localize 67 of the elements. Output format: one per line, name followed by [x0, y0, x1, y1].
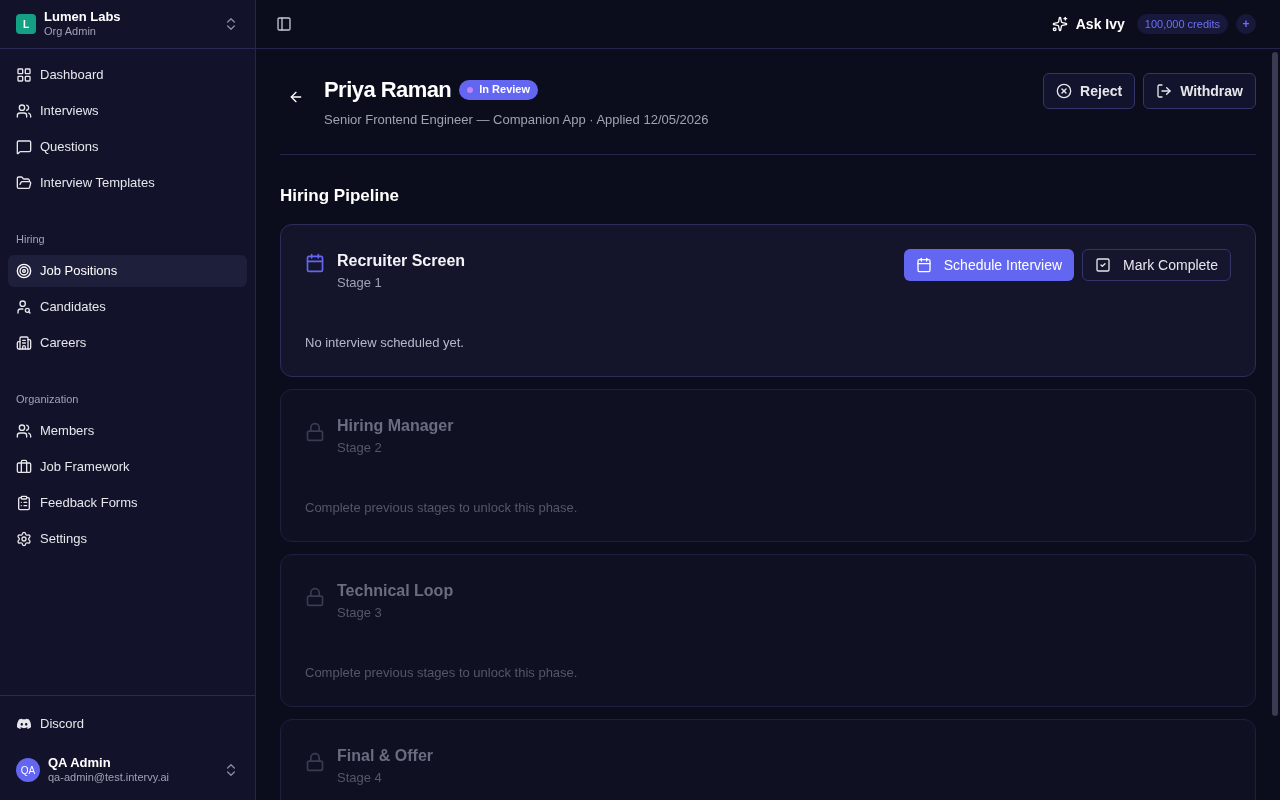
user-name: QA Admin: [48, 755, 112, 772]
chat-icon: [16, 139, 32, 155]
nav-item[interactable]: Interview Templates: [8, 167, 247, 199]
stage-title: Technical Loop: [337, 581, 454, 601]
people-icon: [16, 423, 32, 439]
org-switcher[interactable]: L Lumen Labs Org Admin: [0, 0, 255, 49]
candidate-subtitle: Senior Frontend Engineer — Companion App · Applied 12/05/2026: [324, 111, 709, 129]
nav-item[interactable]: Candidates: [8, 291, 247, 323]
section-heading: Hiring: [15, 231, 46, 247]
withdraw-button[interactable]: Withdraw: [1143, 73, 1256, 109]
lock-icon: [305, 587, 325, 607]
reject-button[interactable]: Reject: [1043, 73, 1136, 109]
calendar-icon: [305, 253, 325, 273]
discord-link[interactable]: Discord: [8, 708, 247, 740]
add-credits-button[interactable]: +: [1236, 14, 1256, 34]
briefcase-icon: [16, 459, 32, 475]
people-icon: [16, 103, 32, 119]
stage-title: Final & Offer: [337, 746, 433, 766]
lock-icon: [305, 422, 325, 442]
ask-button[interactable]: Ask Ivy: [1051, 13, 1125, 35]
calendar-icon: [915, 257, 932, 273]
org-name: Lumen Labs: [44, 9, 122, 26]
user-email: qa-admin@test.intervy.ai: [48, 771, 170, 785]
stage-message: Complete previous stages to unlock this phase.: [305, 498, 579, 517]
user-avatar: QA: [16, 758, 40, 782]
nav-item[interactable]: Dashboard: [8, 59, 247, 91]
building-icon: [16, 335, 32, 351]
target-icon: [16, 263, 32, 279]
stage-title: Hiring Manager: [337, 416, 454, 436]
sidebar-toggle-icon[interactable]: [276, 16, 292, 32]
nav-item[interactable]: Job Positions: [8, 255, 247, 287]
stage-number: Stage 4: [337, 769, 383, 787]
dashboard-icon: [16, 67, 32, 83]
stage-number: Stage 3: [337, 604, 383, 622]
nav-item[interactable]: Interviews: [8, 95, 247, 127]
org-role: Org Admin: [44, 25, 97, 39]
stage-title: Recruiter Screen: [337, 251, 466, 271]
nav-item[interactable]: Feedback Forms: [8, 487, 247, 519]
sparkle-icon: [1051, 16, 1068, 32]
org-logo: L: [16, 14, 36, 34]
section-heading: Organization: [15, 391, 80, 407]
candidate-name: Priya Raman: [324, 76, 452, 104]
nav-item[interactable]: Settings: [8, 523, 247, 555]
exit-icon: [1156, 83, 1173, 99]
stage-number: Stage 2: [337, 439, 383, 457]
nav-item[interactable]: Questions: [8, 131, 247, 163]
stage-message: Complete previous stages to unlock this phase.: [305, 663, 579, 682]
close-icon: [1056, 83, 1073, 99]
clipboard-icon: [16, 495, 32, 511]
schedule-button[interactable]: Schedule Interview: [903, 249, 1075, 281]
folder-icon: [16, 175, 32, 191]
lock-icon: [305, 752, 325, 772]
nav-item[interactable]: Members: [8, 415, 247, 447]
settings-icon: [16, 531, 32, 547]
nav-item[interactable]: Job Framework: [8, 451, 247, 483]
credits-badge: 100,000 credits: [1136, 14, 1228, 34]
section-title: Hiring Pipeline: [280, 184, 401, 207]
user-search-icon: [16, 299, 32, 315]
nav-item[interactable]: Careers: [8, 327, 247, 359]
stage-message: No interview scheduled yet.: [305, 333, 465, 352]
status-badge: In Review: [459, 79, 538, 100]
scrollbar[interactable]: [1272, 52, 1278, 716]
stage-number: Stage 1: [337, 274, 383, 292]
back-icon[interactable]: [288, 89, 304, 105]
discord-icon: [16, 716, 32, 732]
checkbox-icon: [1095, 257, 1112, 273]
complete-button[interactable]: Mark Complete: [1082, 249, 1231, 281]
